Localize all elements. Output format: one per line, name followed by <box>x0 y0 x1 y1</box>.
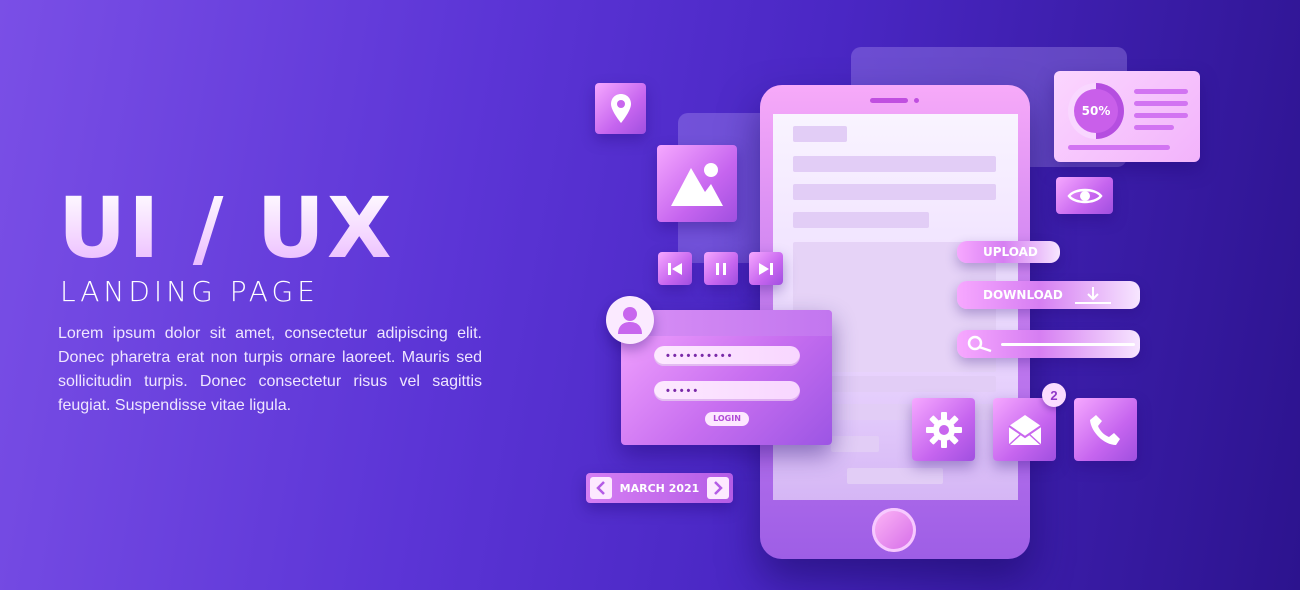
phone-camera <box>914 98 919 103</box>
mail-tile[interactable] <box>993 398 1056 461</box>
screen-line <box>831 436 879 452</box>
search-bar[interactable] <box>957 330 1140 358</box>
screen-line <box>847 468 943 484</box>
eye-icon <box>1066 188 1103 203</box>
location-tile[interactable] <box>595 83 646 134</box>
stat-line <box>1134 125 1174 130</box>
phone-tile[interactable] <box>1074 398 1137 461</box>
download-icon <box>1075 287 1111 304</box>
screen-line <box>793 212 929 228</box>
user-avatar[interactable] <box>606 296 654 344</box>
hero-subtitle: LANDING PAGE <box>60 275 319 308</box>
location-pin-icon <box>610 93 631 123</box>
gear-icon <box>925 411 962 448</box>
stat-line <box>1134 89 1188 94</box>
password-field-1[interactable]: •••••••••• <box>654 346 800 366</box>
next-button[interactable] <box>749 252 783 285</box>
search-icon <box>967 335 992 353</box>
phone-speaker <box>870 98 908 103</box>
month-next-button[interactable] <box>707 477 729 499</box>
chevron-left-icon <box>596 481 605 495</box>
screen-line <box>793 184 996 200</box>
chevron-right-icon <box>714 481 723 495</box>
stat-line <box>1134 101 1188 106</box>
month-label: MARCH 2021 <box>619 481 700 495</box>
screen-line <box>793 156 996 172</box>
upload-button[interactable]: UPLOAD <box>957 241 1060 263</box>
search-input-line <box>1001 342 1135 346</box>
login-button[interactable]: LOGIN <box>705 412 749 426</box>
mail-icon <box>1007 414 1042 446</box>
screen-line <box>793 126 847 142</box>
mail-badge: 2 <box>1042 383 1066 407</box>
download-label: DOWNLOAD <box>983 288 1063 302</box>
screen-line <box>831 376 996 392</box>
skip-forward-icon <box>759 262 773 275</box>
settings-tile[interactable] <box>912 398 975 461</box>
download-button[interactable]: DOWNLOAD <box>957 281 1140 309</box>
password-field-2[interactable]: ••••• <box>654 381 800 401</box>
eye-tile[interactable] <box>1056 177 1113 214</box>
login-card: •••••••••• ••••• LOGIN <box>621 310 832 445</box>
user-icon <box>618 307 642 334</box>
stat-line <box>1068 145 1170 150</box>
skip-back-icon <box>668 262 682 275</box>
hero-description: Lorem ipsum dolor sit amet, consectetur … <box>58 325 482 414</box>
pause-icon <box>716 262 726 275</box>
progress-donut: 50% <box>1068 83 1124 139</box>
pause-button[interactable] <box>704 252 738 285</box>
upload-label: UPLOAD <box>983 245 1038 259</box>
month-prev-button[interactable] <box>590 477 612 499</box>
image-tile[interactable] <box>657 145 737 222</box>
prev-button[interactable] <box>658 252 692 285</box>
stats-card: 50% <box>1054 71 1200 162</box>
image-icon <box>671 162 723 206</box>
stat-line <box>1134 113 1188 118</box>
progress-label: 50% <box>1074 89 1118 133</box>
phone-icon <box>1089 414 1120 445</box>
month-picker: MARCH 2021 <box>586 473 733 503</box>
phone-home-button[interactable] <box>872 508 916 552</box>
hero-title: UI / UX <box>58 179 394 277</box>
